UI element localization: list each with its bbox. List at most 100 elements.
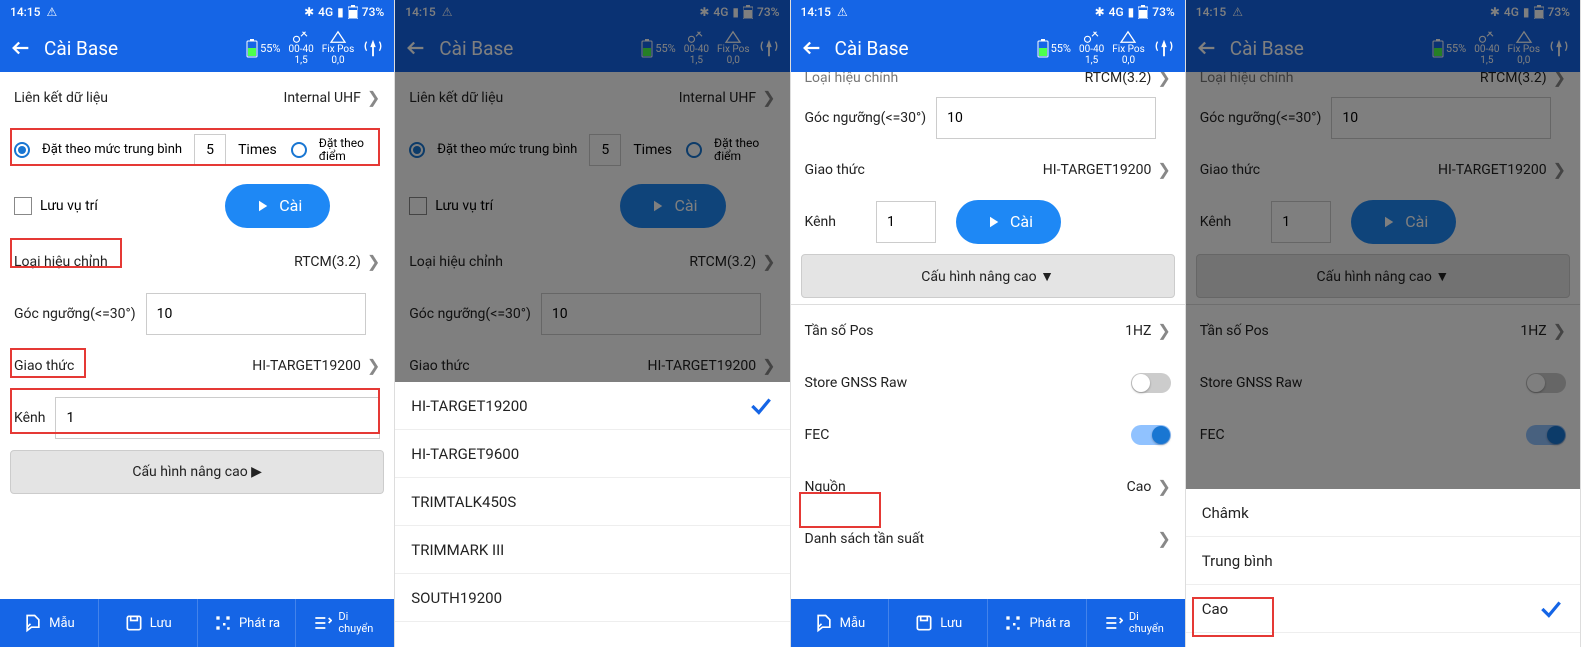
status-bar: 14:15⚠ ✱4G▮73%	[791, 0, 1185, 24]
channel-label: Kênh	[14, 410, 45, 426]
bluetooth-icon: ✱	[699, 5, 709, 19]
calib-row[interactable]: Loại hiệu chỉnhRTCM(3.2)❯	[791, 72, 1185, 92]
sheet-option[interactable]: Cao	[1186, 585, 1580, 633]
check-icon	[1538, 596, 1564, 622]
bb-template[interactable]: Mẫu	[791, 599, 890, 647]
store-row: Store GNSS Raw	[791, 357, 1185, 409]
set-button[interactable]: Cài	[225, 184, 330, 228]
bb-emit[interactable]: Phát ra	[988, 599, 1087, 647]
fec-row: FEC	[791, 409, 1185, 461]
bb-save[interactable]: Lưu	[889, 599, 988, 647]
bluetooth-icon: ✱	[1095, 5, 1105, 19]
antenna-icon	[1153, 37, 1175, 59]
sheet-option[interactable]: HI-TARGET19200	[395, 382, 789, 430]
radio-point[interactable]	[291, 142, 307, 158]
warning-icon: ⚠	[46, 5, 57, 19]
radio-point-label: Đặt theo điểm	[319, 137, 369, 163]
title-bar: Cài Base 55% 00-40 1,5 Fix Pos 0,0	[0, 24, 394, 72]
warning-icon: ⚠	[442, 5, 453, 19]
times-input[interactable]	[194, 134, 226, 166]
battery-icon	[1534, 5, 1544, 19]
channel-input[interactable]	[55, 397, 380, 439]
savepos-row: Lưu vụ trí Cài	[0, 176, 394, 236]
sheet-option[interactable]: TRIMMARK III	[395, 526, 789, 574]
warning-icon: ⚠	[1232, 5, 1243, 19]
bb-move[interactable]: Di chuyển	[296, 599, 394, 647]
times-label: Times	[238, 142, 277, 158]
bb-move[interactable]: Di chuyển	[1087, 599, 1185, 647]
source-sheet: Châmk Trung bình Cao	[1186, 489, 1580, 647]
sheet-option[interactable]: HI-TARGET9600	[395, 430, 789, 478]
title-bar: Cài Base 55% 00-401,5 Fix Pos0,0	[395, 24, 789, 72]
bluetooth-icon: ✱	[1490, 5, 1500, 19]
device-battery: 55%	[246, 38, 280, 58]
protocol-value: HI-TARGET19200	[252, 358, 361, 374]
battery-icon	[743, 5, 753, 19]
savepos-checkbox[interactable]	[14, 197, 32, 215]
bottom-bar: Mẫu Lưu Phát ra Di chuyển	[0, 599, 394, 647]
store-toggle[interactable]	[1131, 373, 1171, 393]
back-icon[interactable]	[1196, 37, 1218, 59]
angle-row: Góc ngưỡng(<=30°)	[791, 92, 1185, 144]
chevron-right-icon: ❯	[367, 356, 380, 375]
antenna-icon	[758, 37, 780, 59]
angle-label: Góc ngưỡng(<=30°)	[14, 306, 136, 322]
bb-emit[interactable]: Phát ra	[198, 599, 297, 647]
protocol-sheet: HI-TARGET19200 HI-TARGET9600 TRIMTALK450…	[395, 382, 789, 647]
battery-icon	[348, 5, 358, 19]
back-icon[interactable]	[801, 37, 823, 59]
freqlist-row[interactable]: Danh sách tần suất❯	[791, 513, 1185, 565]
source-row[interactable]: NguồnCao❯	[791, 461, 1185, 513]
angle-input[interactable]	[936, 97, 1156, 139]
screen-2: 14:15 ⚠ ✱ 4G ▮ 73% Cài Base 55% 00-401,5…	[395, 0, 790, 647]
calib-row[interactable]: Loại hiệu chỉnh RTCM(3.2) ❯	[0, 236, 394, 288]
datalink-label: Liên kết dữ liệu	[14, 90, 108, 106]
page-title: Cài Base	[44, 37, 118, 60]
set-button[interactable]: Cài	[956, 200, 1061, 244]
bb-template[interactable]: Mẫu	[0, 599, 99, 647]
channel-input[interactable]	[876, 201, 936, 243]
protocol-label: Giao thức	[14, 358, 74, 374]
bb-save[interactable]: Lưu	[99, 599, 198, 647]
protocol-row[interactable]: Giao thức HI-TARGET19200 ❯	[0, 340, 394, 392]
status-bar: 14:15 ⚠ ✱ 4G ▮ 73%	[0, 0, 394, 24]
status-bar: 14:15 ⚠ ✱ 4G ▮ 73%	[395, 0, 789, 24]
fec-toggle[interactable]	[1131, 425, 1171, 445]
battery-label: 73%	[362, 5, 384, 19]
signal-icon: ▮	[1523, 5, 1530, 19]
datalink-row[interactable]: Liên kết dữ liệu Internal UHF ❯	[0, 72, 394, 124]
back-icon[interactable]	[405, 37, 427, 59]
calib-value: RTCM(3.2)	[294, 254, 361, 270]
content-area: Liên kết dữ liệu Internal UHF ❯ Đặt theo…	[0, 72, 394, 647]
channel-row: Kênh	[0, 392, 394, 444]
back-icon[interactable]	[10, 37, 32, 59]
protocol-row[interactable]: Giao thứcHI-TARGET19200❯	[791, 144, 1185, 196]
sheet-option[interactable]: Trung bình	[1186, 537, 1580, 585]
posfreq-row[interactable]: Tần số Pos1HZ❯	[791, 305, 1185, 357]
signal-icon: ▮	[337, 5, 344, 19]
sheet-option[interactable]: Châmk	[1186, 489, 1580, 537]
satellite-stat: 00-40 1,5	[288, 30, 313, 66]
bluetooth-icon: ✱	[304, 5, 314, 19]
set-mode-row: Đặt theo mức trung bình Times Đặt theo đ…	[0, 124, 394, 176]
angle-input[interactable]	[146, 293, 366, 335]
advanced-button[interactable]: Cấu hình nâng cao ▼	[801, 254, 1175, 298]
advanced-button[interactable]: Cấu hình nâng cao ▶	[10, 450, 384, 494]
content-area: Loại hiệu chỉnhRTCM(3.2)❯ Góc ngưỡng(<=3…	[791, 72, 1185, 599]
sheet-option[interactable]: TRIMTALK450S	[395, 478, 789, 526]
status-bar: 14:15⚠ ✱4G▮73%	[1186, 0, 1580, 24]
fix-stat: Fix Pos 0,0	[322, 30, 355, 66]
signal-icon: ▮	[732, 5, 739, 19]
screen-4: 14:15⚠ ✱4G▮73% Cài Base 55% 00-401,5 Fix…	[1186, 0, 1581, 647]
sheet-option[interactable]: SOUTH19200	[395, 574, 789, 622]
radio-avg[interactable]	[14, 142, 30, 158]
bottom-bar: Mẫu Lưu Phát ra Di chuyển	[791, 599, 1185, 647]
antenna-icon	[362, 37, 384, 59]
channel-row: KênhCài	[791, 196, 1185, 248]
title-bar: Cài Base 55% 00-401,5 Fix Pos0,0	[1186, 24, 1580, 72]
status-time: 14:15	[10, 5, 40, 19]
antenna-icon	[1548, 37, 1570, 59]
warning-icon: ⚠	[837, 5, 848, 19]
battery-icon	[1138, 5, 1148, 19]
calib-label: Loại hiệu chỉnh	[14, 254, 108, 270]
